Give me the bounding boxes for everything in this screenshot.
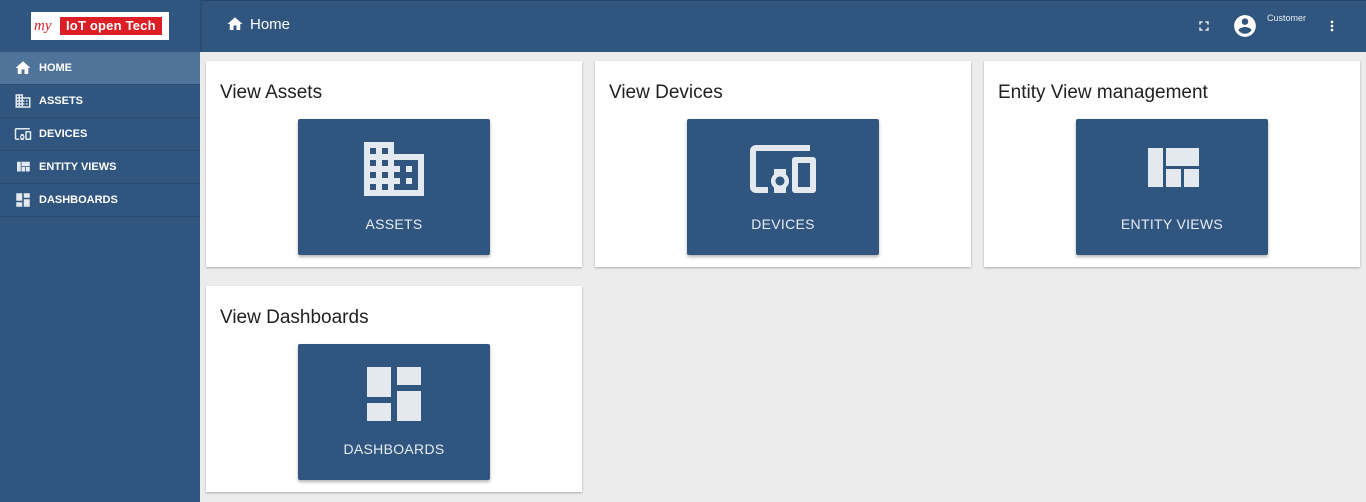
fullscreen-icon[interactable]: [1196, 18, 1212, 34]
view-quilt-icon: [1148, 148, 1199, 187]
tile-label: ENTITY VIEWS: [1120, 216, 1224, 232]
entity-views-button[interactable]: ENTITY VIEWS: [1076, 119, 1268, 255]
card-entity-views: Entity View management ENTITY VIEWS: [984, 61, 1360, 267]
tile-label: DEVICES: [751, 216, 815, 232]
sidebar-item-label: ENTITY VIEWS: [39, 161, 117, 173]
home-icon: [227, 17, 243, 30]
dashboards-button[interactable]: DASHBOARDS: [298, 344, 490, 480]
logo-prefix: my: [34, 17, 52, 34]
account-circle-icon[interactable]: [1232, 13, 1258, 39]
card-devices: View Devices DEVICES: [595, 61, 971, 267]
logo[interactable]: my IoT open Tech: [31, 12, 169, 40]
breadcrumb-label: Home: [250, 15, 291, 33]
domain-icon: [15, 94, 31, 108]
sidebar-item-label: ASSETS: [39, 95, 84, 107]
sidebar-item-label: DEVICES: [39, 128, 88, 140]
user-name[interactable]: Customer: [1267, 13, 1306, 23]
home-icon: [15, 61, 31, 74]
tile-label: ASSETS: [365, 216, 423, 232]
sidebar-item-label: DASHBOARDS: [39, 194, 118, 206]
view-quilt-icon: [17, 161, 30, 172]
card-dashboards: View Dashboards DASHBOARDS: [206, 286, 582, 492]
breadcrumb[interactable]: Home: [226, 15, 290, 33]
sidebar: HOME ASSETS DEVICES ENTITY VIEWS DASHBOA…: [0, 52, 200, 502]
card-title: View Assets: [220, 82, 323, 103]
devices-button[interactable]: DEVICES: [687, 119, 879, 255]
sidebar-item-home[interactable]: HOME: [0, 52, 200, 85]
sidebar-item-label: HOME: [39, 62, 72, 74]
dashboard-icon: [16, 193, 30, 207]
devices-other-icon: [14, 128, 32, 140]
tile-label: DASHBOARDS: [343, 441, 445, 457]
domain-icon: [364, 142, 424, 196]
card-title: View Dashboards: [220, 307, 369, 328]
card-title: View Devices: [609, 82, 723, 103]
card-title: Entity View management: [998, 82, 1208, 103]
top-toolbar: [0, 0, 1366, 52]
more-vert-icon[interactable]: [1324, 17, 1340, 35]
sidebar-item-entity-views[interactable]: ENTITY VIEWS: [0, 151, 200, 184]
toolbar-divider: [200, 0, 202, 52]
sidebar-item-devices[interactable]: DEVICES: [0, 118, 200, 151]
card-assets: View Assets ASSETS: [206, 61, 582, 267]
sidebar-item-assets[interactable]: ASSETS: [0, 85, 200, 118]
dashboard-icon: [367, 367, 421, 421]
sidebar-item-dashboards[interactable]: DASHBOARDS: [0, 184, 200, 217]
logo-area: my IoT open Tech: [0, 0, 200, 52]
assets-button[interactable]: ASSETS: [298, 119, 490, 255]
devices-other-icon: [750, 145, 816, 193]
logo-brand: IoT open Tech: [60, 17, 162, 35]
